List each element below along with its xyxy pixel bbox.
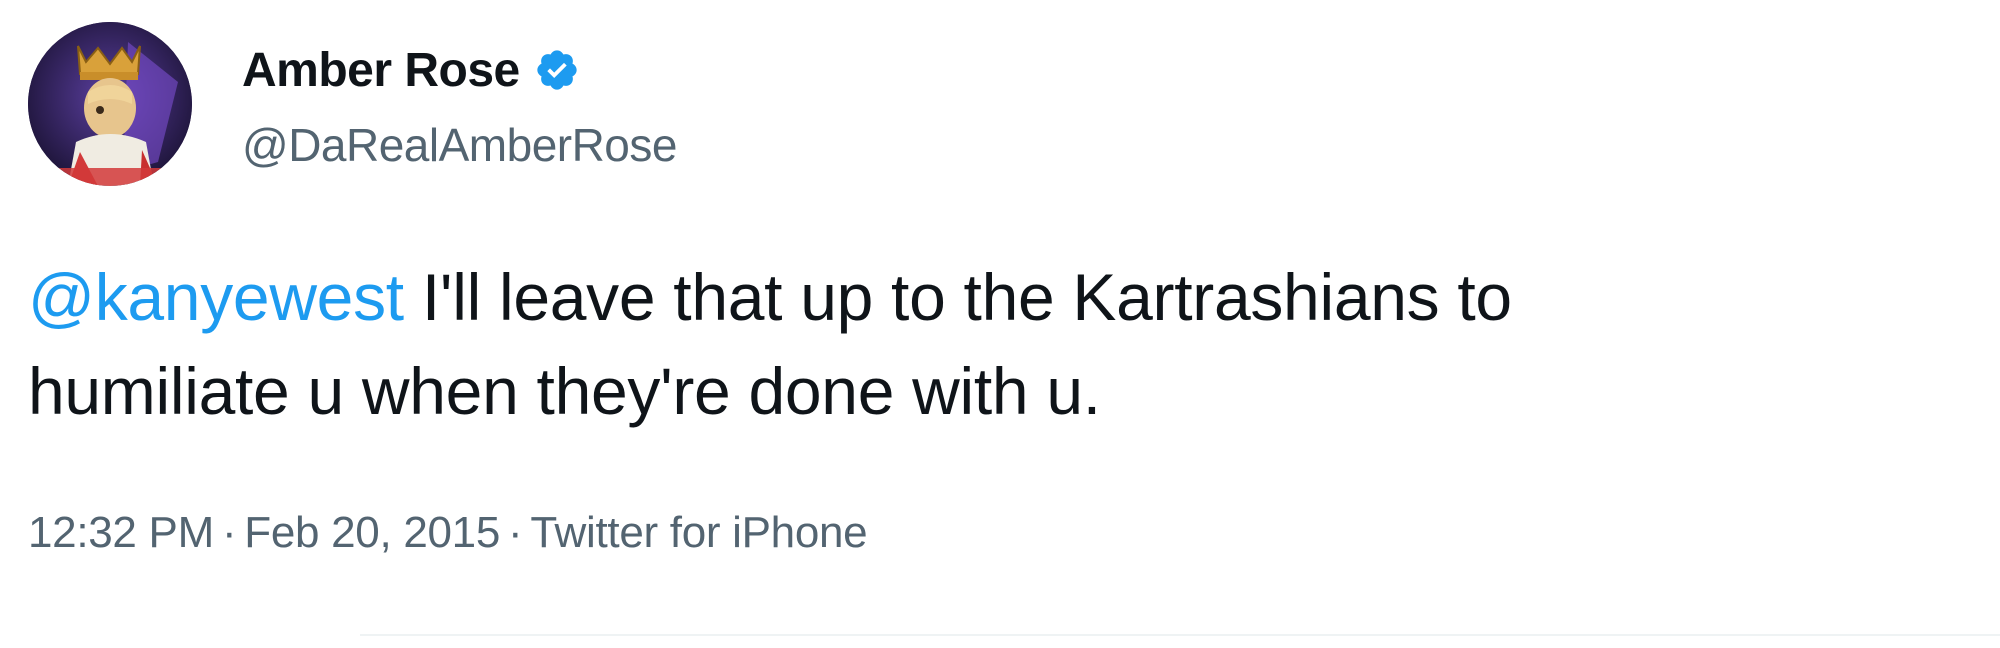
tweet-meta: 12:32 PM · Feb 20, 2015 · Twitter for iPhone <box>28 508 868 558</box>
mention-link[interactable]: @kanyewest <box>28 260 404 334</box>
user-handle[interactable]: @DaRealAmberRose <box>242 118 677 172</box>
tweet-text-line-1: I'll leave that up to the Kartrashians t… <box>403 260 1512 334</box>
tweet-text: @kanyewest I'll leave that up to the Kar… <box>28 250 1968 438</box>
meta-separator: · <box>508 508 523 557</box>
tweet-source: Twitter for iPhone <box>530 508 868 557</box>
meta-separator: · <box>221 508 237 557</box>
divider <box>360 634 2000 636</box>
tweet-date[interactable]: Feb 20, 2015 <box>244 508 500 557</box>
tweet-time[interactable]: 12:32 PM <box>28 508 214 557</box>
display-name[interactable]: Amber Rose <box>242 43 520 98</box>
crowned-figure-avatar-icon <box>28 22 192 186</box>
avatar[interactable] <box>28 22 192 186</box>
tweet-card: Amber Rose @DaRealAmberRose @kanyewest I… <box>0 0 2000 648</box>
verified-badge-icon <box>534 47 580 93</box>
author-info: Amber Rose @DaRealAmberRose <box>242 36 677 172</box>
tweet-text-line-2: humiliate u when they're done with u. <box>28 354 1101 428</box>
name-row: Amber Rose <box>242 36 677 104</box>
